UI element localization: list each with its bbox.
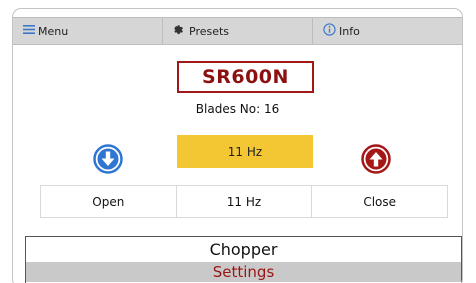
- control-row: Open 11 Hz Close: [40, 185, 449, 218]
- menu-button[interactable]: Menu: [13, 18, 162, 44]
- arrow-down-icon: [93, 144, 123, 178]
- open-button[interactable]: Open: [40, 185, 177, 218]
- menu-bar: Menu Presets Info: [13, 17, 462, 45]
- info-button[interactable]: Info: [312, 18, 462, 44]
- menu-label: Menu: [38, 24, 69, 38]
- presets-label: Presets: [189, 24, 230, 38]
- footer-title: Chopper: [209, 240, 278, 259]
- blades-count: Blades No: 16: [195, 102, 280, 116]
- increase-frequency-button[interactable]: [361, 144, 391, 178]
- close-button[interactable]: Close: [312, 185, 449, 218]
- app-frame: Menu Presets Info SR600N Blades No: 16 1…: [12, 8, 463, 283]
- arrow-up-icon: [361, 144, 391, 178]
- gear-icon: [173, 23, 189, 39]
- info-label: Info: [339, 24, 360, 38]
- frequency-value: 11 Hz: [176, 185, 313, 218]
- model-name: SR600N: [177, 61, 314, 93]
- decrease-frequency-button[interactable]: [93, 144, 123, 178]
- frequency-display: 11 Hz: [177, 135, 313, 168]
- hamburger-icon: [23, 24, 38, 38]
- footer-panel: Chopper Settings: [25, 236, 462, 283]
- settings-link[interactable]: Settings: [26, 262, 461, 282]
- presets-button[interactable]: Presets: [162, 18, 312, 44]
- info-icon: [323, 23, 339, 39]
